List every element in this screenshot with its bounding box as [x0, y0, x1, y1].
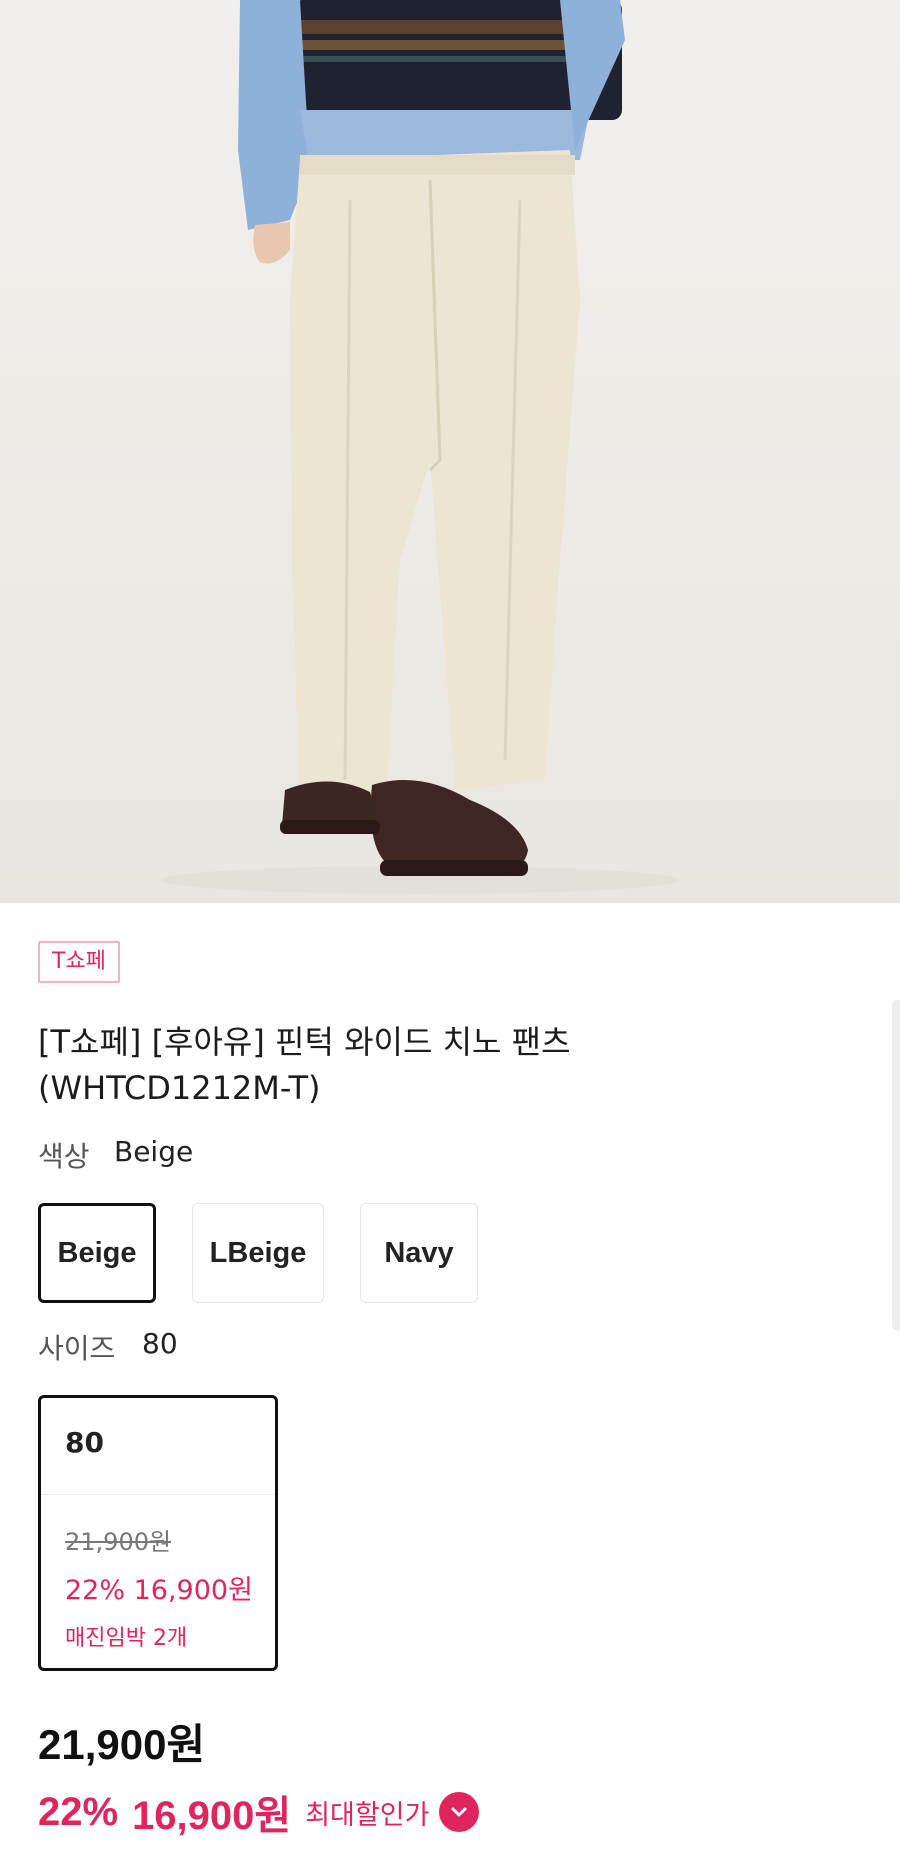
- product-photo-illustration: [160, 0, 680, 894]
- product-image[interactable]: [0, 0, 900, 903]
- size-name: 80: [65, 1426, 104, 1459]
- scrollbar[interactable]: [892, 1000, 900, 1330]
- size-option-selected-value: 80: [142, 1327, 178, 1360]
- sale-price-row: 22% 16,900원 최대할인가: [38, 1783, 480, 1841]
- product-title-line2: (WHTCD1212M-T): [38, 1069, 321, 1107]
- size-option-card-80[interactable]: 80 21,900원 22% 16,900원 매진임박 2개: [38, 1395, 278, 1671]
- color-option-lbeige[interactable]: LBeige: [192, 1203, 324, 1303]
- channel-badge: T쇼페: [38, 941, 120, 983]
- chevron-down-icon[interactable]: [439, 1792, 480, 1832]
- discount-rate: 22%: [38, 1789, 119, 1834]
- size-sale-price: 22% 16,900원: [65, 1575, 253, 1606]
- color-option-navy[interactable]: Navy: [360, 1203, 478, 1303]
- size-stock-note: 매진임박 2개: [65, 1626, 188, 1651]
- product-title-line1: [T쇼페] [후아유] 핀턱 와이드 치노 팬츠: [38, 1023, 571, 1061]
- size-original-price: 21,900원: [65, 1528, 172, 1556]
- size-card-divider: [41, 1494, 275, 1495]
- size-option-label: 사이즈: [38, 1332, 116, 1365]
- max-discount-label[interactable]: 최대할인가: [305, 1793, 429, 1832]
- color-option-beige[interactable]: Beige: [38, 1203, 156, 1303]
- original-price: 21,900원: [38, 1721, 206, 1768]
- color-option-selected-value: Beige: [114, 1135, 194, 1168]
- color-option-label: 색상: [38, 1140, 90, 1173]
- product-title: [T쇼페] [후아유] 핀턱 와이드 치노 팬츠 (WHTCD1212M-T): [38, 1019, 838, 1111]
- sale-price: 16,900원: [132, 1794, 292, 1838]
